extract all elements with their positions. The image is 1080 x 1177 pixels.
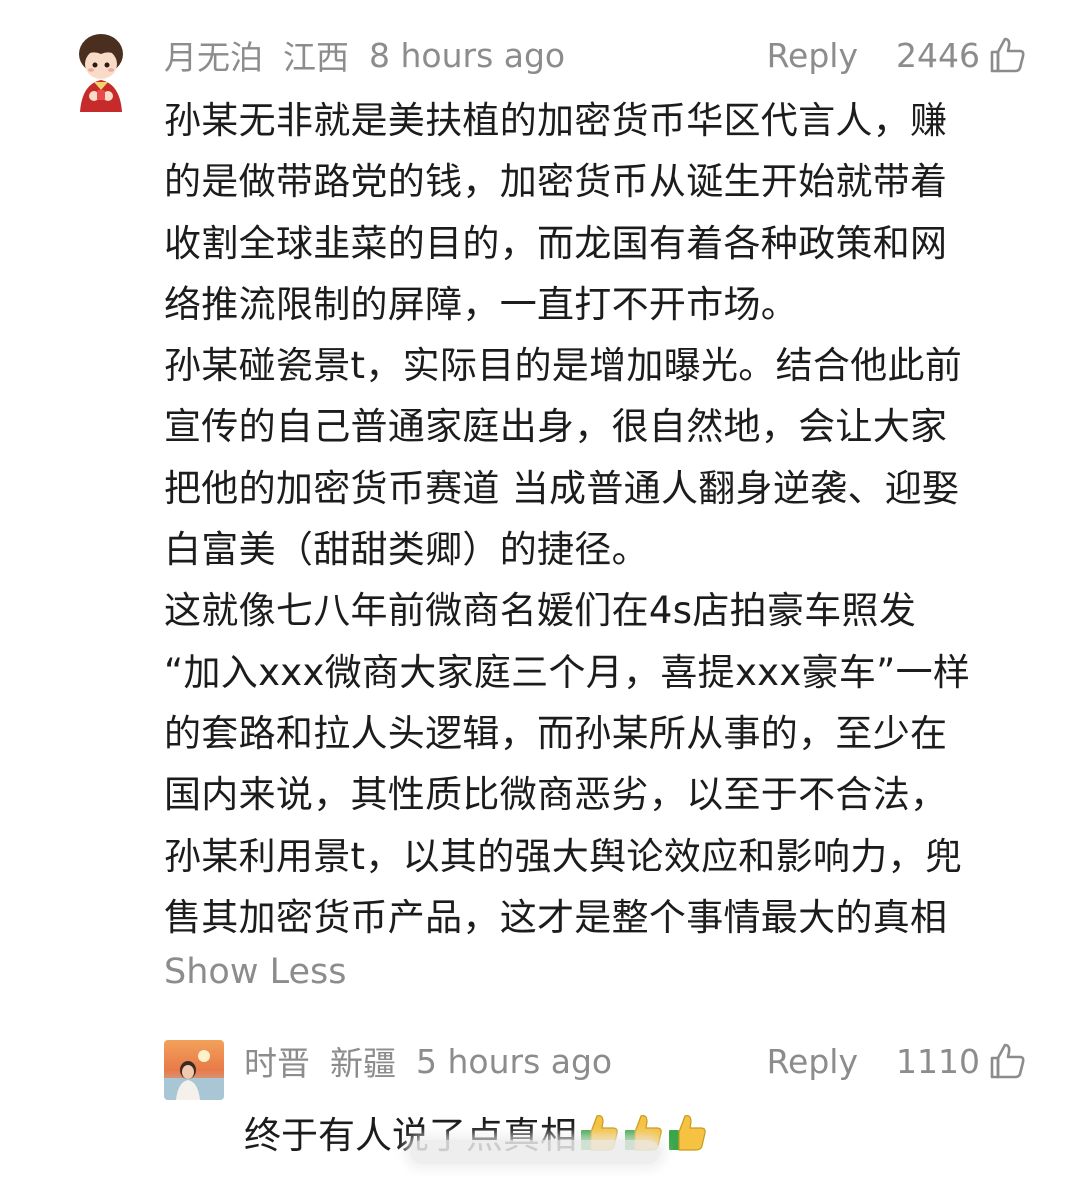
reply-username[interactable]: 时晋	[244, 1037, 310, 1085]
comment-text-line: 把他的加密货币赛道 当成普通人翻身逆袭、迎娶	[164, 466, 960, 510]
reply-like-count: 1110	[896, 1041, 980, 1081]
comment-header: 月无泊 江西 8 hours ago Reply 2446	[164, 30, 1026, 80]
cartoon-boy-avatar-icon	[79, 34, 123, 112]
reply-timestamp: 5 hours ago	[416, 1041, 613, 1081]
sunset-photo-avatar-icon	[164, 1040, 224, 1100]
comment-body: 孙某无非就是美扶植的加密货币华区代言人，赚 的是做带路党的钱，加密货币从诞生开始…	[164, 90, 1036, 948]
like-count: 2446	[896, 35, 980, 75]
comment-text-line: 国内来说，其性质比微商恶劣，以至于不合法，	[164, 773, 948, 817]
comment-text-line: 这就像七八年前微商名媛们在4s店拍豪车照发	[164, 589, 917, 633]
comment-text-line: 收割全球韭菜的目的，而龙国有着各种政策和网	[164, 221, 948, 265]
user-location: 江西	[283, 38, 349, 77]
reply-header: 时晋 新疆 5 hours ago Reply 1110	[244, 1036, 1026, 1086]
comment-text-line: 孙某无非就是美扶植的加密货币华区代言人，赚	[164, 99, 948, 142]
comment-text-line: 售其加密货币产品，这才是整个事情最大的真相	[164, 895, 948, 939]
show-less-button[interactable]: Show Less	[164, 942, 346, 1002]
comment-text-line: 宣传的自己普通家庭出身，很自然地，会让大家	[164, 405, 948, 449]
reply-user-location: 新疆	[330, 1044, 396, 1083]
comment-text-line: 的套路和拉人头逻辑，而孙某所从事的，至少在	[164, 711, 948, 755]
watermark-overlay	[410, 1140, 660, 1164]
comment-text-line: “加入xxx微商大家庭三个月，喜提xxx豪车”一样	[164, 650, 971, 694]
thumbs-up-icon[interactable]	[988, 1042, 1026, 1080]
comment-timestamp: 8 hours ago	[369, 35, 566, 75]
reply-user-avatar[interactable]	[164, 1040, 224, 1100]
reply-button[interactable]: Reply	[767, 36, 858, 75]
thumbs-up-icon[interactable]	[988, 36, 1026, 74]
comment-text-line: 络推流限制的屏障，一直打不开市场。	[164, 282, 799, 326]
comment-text-line: 孙某碰瓷景t，实际目的是增加曝光。结合他此前	[164, 344, 963, 388]
thumbs-up-emoji-icon	[667, 1110, 709, 1154]
comment-text-line: 孙某利用景t，以其的强大舆论效应和影响力，兜	[164, 834, 963, 878]
user-avatar[interactable]	[70, 30, 132, 112]
reply-reply-button[interactable]: Reply	[767, 1042, 858, 1081]
comment-text-line: 白富美（甜甜类卿）的捷径。	[164, 528, 649, 572]
comment-text-line: 的是做带路党的钱，加密货币从诞生开始就带着	[164, 160, 948, 204]
username[interactable]: 月无泊	[164, 31, 263, 79]
